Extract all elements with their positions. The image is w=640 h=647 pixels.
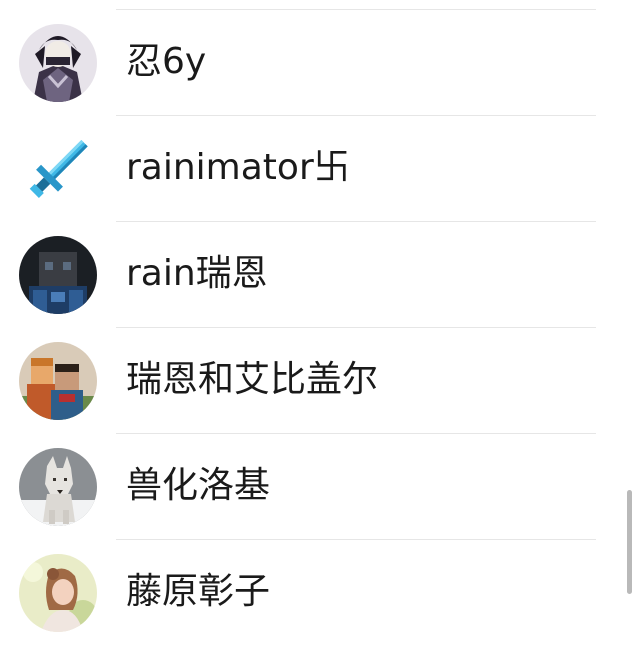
white-wolf-avatar: [19, 448, 97, 526]
contact-name: 藤原彰子: [126, 571, 271, 612]
masked-anime-character-avatar: [19, 24, 97, 102]
contact-row[interactable]: rainimator卐: [0, 116, 640, 222]
contact-name: 瑞恩和艾比盖尔: [126, 359, 379, 400]
scrollbar[interactable]: [627, 490, 632, 594]
diamond-sword-icon: [19, 130, 97, 208]
contact-name: rain瑞恩: [126, 253, 268, 294]
contact-row[interactable]: 瑞恩和艾比盖尔: [0, 328, 640, 434]
contact-name: 兽化洛基: [126, 465, 271, 506]
contact-name: 忍6y: [126, 41, 207, 82]
girl-portrait-avatar: [19, 554, 97, 632]
contact-row[interactable]: rain瑞恩: [0, 222, 640, 328]
contact-row[interactable]: 忍6y: [0, 10, 640, 116]
contact-row[interactable]: 兽化洛基: [0, 434, 640, 540]
blue-armored-character-avatar: [19, 236, 97, 314]
minecraft-duo-avatar: [19, 342, 97, 420]
contact-row[interactable]: 藤原彰子: [0, 540, 640, 646]
contact-name: rainimator卐: [126, 147, 350, 188]
contact-list: 忍6y rainimator卐 rain瑞恩 瑞恩和艾比盖尔 兽化洛基 藤原彰子: [0, 0, 640, 647]
